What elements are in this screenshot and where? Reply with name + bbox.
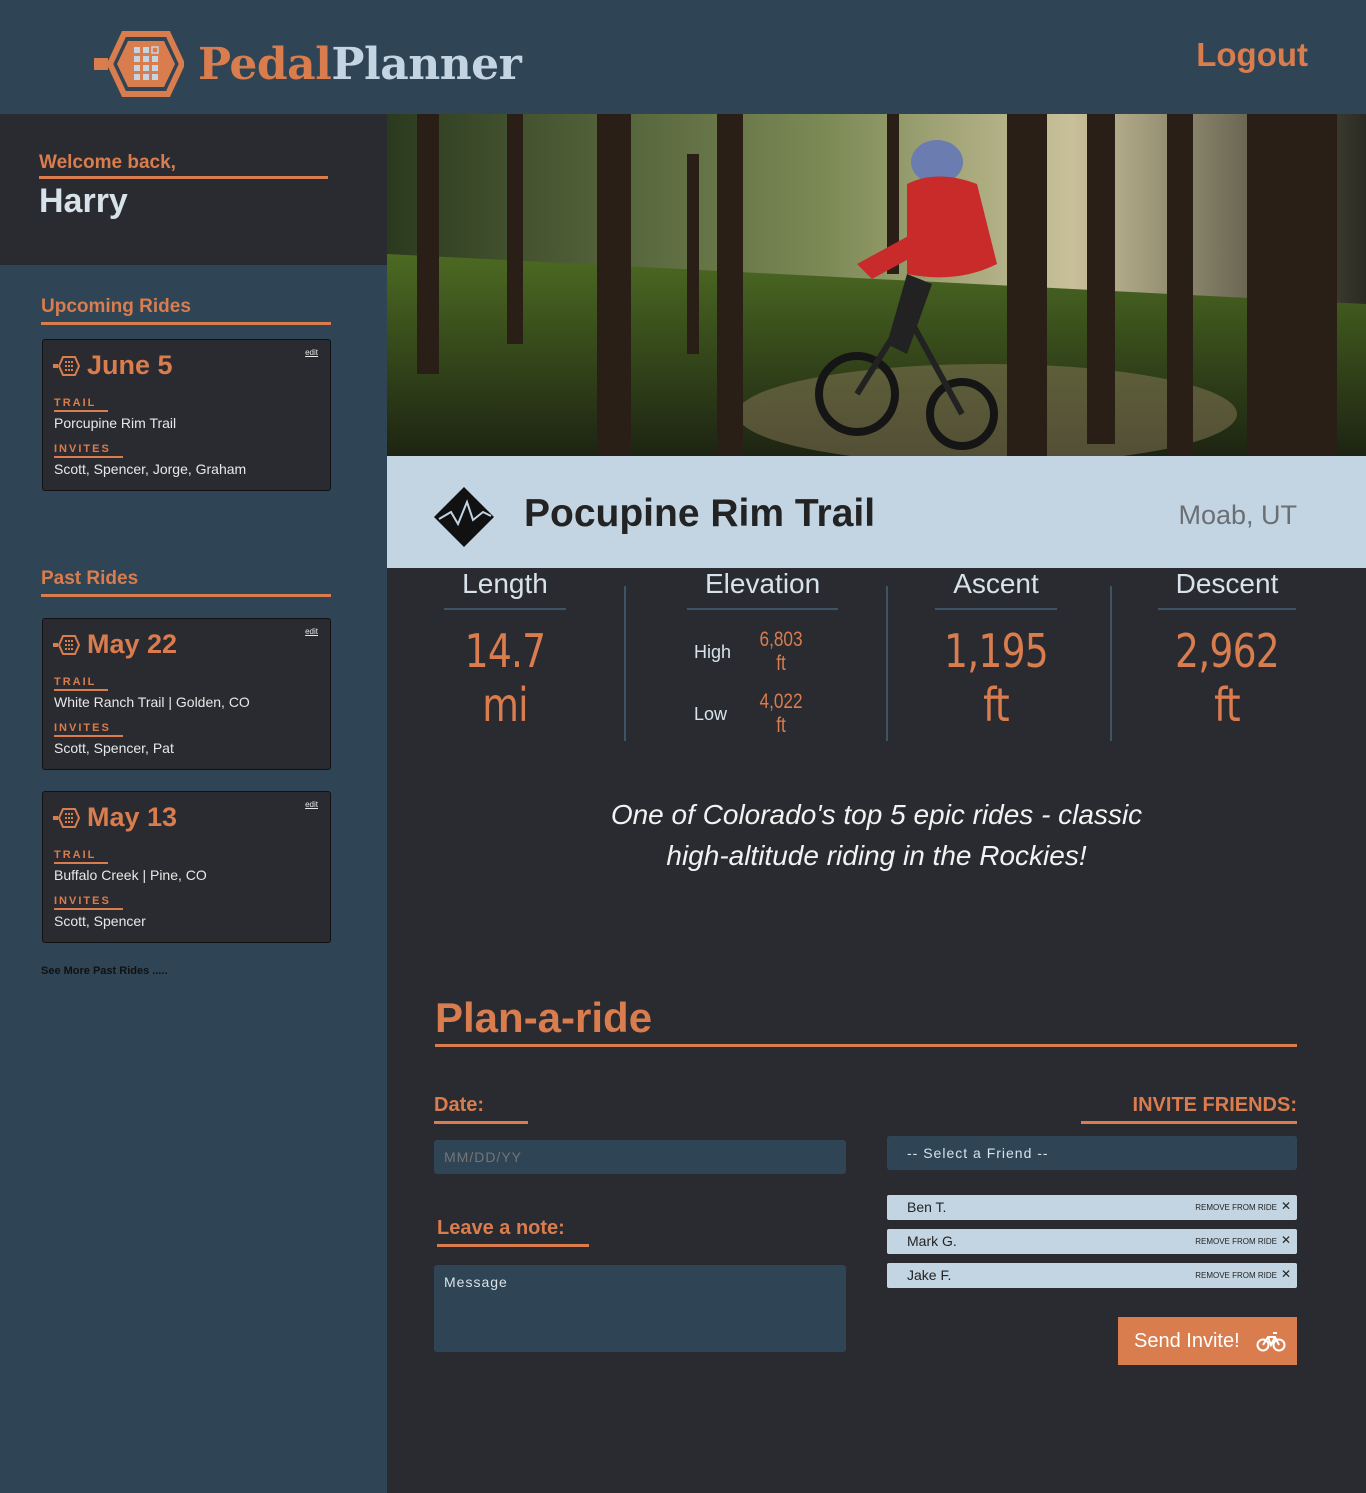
trail-value: White Ranch Trail | Golden, CO (54, 694, 250, 710)
send-invite-label: Send Invite! (1134, 1329, 1240, 1352)
date-label: Date: (434, 1094, 528, 1124)
user-name: Harry (39, 182, 128, 220)
trail-label: TRAIL (54, 848, 109, 864)
bicycle-icon (1256, 1332, 1286, 1352)
close-icon[interactable]: ✕ (1281, 1199, 1291, 1213)
brand-part-pedal: Pedal (198, 38, 332, 90)
stat-length-title: Length (444, 568, 566, 610)
remove-from-ride-button[interactable]: REMOVE FROM RIDE (1195, 1203, 1277, 1212)
see-more-past-rides-link[interactable]: See More Past Rides ..... (41, 965, 168, 977)
welcome-label: Welcome back, (39, 152, 328, 179)
brand-name: PedalPlanner (198, 38, 522, 90)
ride-logo-icon (53, 807, 81, 828)
friend-name: Ben T. (907, 1199, 947, 1215)
elevation-high-value: 6,803 ft (759, 628, 803, 675)
invites-value: Scott, Spencer (54, 913, 146, 929)
welcome-panel: Welcome back, Harry (0, 114, 387, 265)
stat-length-value: 14.7 mi (464, 624, 547, 732)
elevation-low-value: 4,022 ft (759, 690, 803, 737)
ride-logo-icon (53, 634, 81, 655)
invited-friend-row: Ben T. REMOVE FROM RIDE ✕ (887, 1195, 1297, 1220)
elevation-low-label: Low (694, 703, 728, 724)
stat-ascent-value: 1,195 ft (944, 624, 1049, 732)
trail-name: Pocupine Rim Trail (524, 492, 876, 535)
close-icon[interactable]: ✕ (1281, 1267, 1291, 1281)
invited-friend-row: Mark G. REMOVE FROM RIDE ✕ (887, 1229, 1297, 1254)
stat-descent-title: Descent (1157, 568, 1297, 610)
ride-date: June 5 (87, 350, 173, 380)
friend-name: Mark G. (907, 1233, 957, 1249)
past-rides-title: Past Rides (41, 568, 331, 597)
logout-button[interactable]: Logout (1196, 36, 1308, 74)
stat-length: Length 14.7 mi (443, 568, 567, 732)
upcoming-rides-title: Upcoming Rides (41, 296, 331, 325)
invites-value: Scott, Spencer, Pat (54, 740, 174, 756)
invite-friends-label: INVITE FRIENDS: (1081, 1094, 1297, 1124)
mountain-trail-icon (434, 487, 494, 547)
invites-value: Scott, Spencer, Jorge, Graham (54, 461, 247, 477)
edit-ride-link[interactable]: edit (305, 627, 318, 636)
top-header: PedalPlanner Logout (0, 0, 1366, 114)
edit-ride-link[interactable]: edit (305, 348, 318, 357)
logo[interactable]: PedalPlanner (94, 30, 522, 98)
trail-description-line-1: One of Colorado's top 5 epic rides - cla… (610, 799, 1143, 830)
trail-location: Moab, UT (1178, 500, 1297, 530)
trail-description: One of Colorado's top 5 epic rides - cla… (387, 794, 1366, 876)
logo-icon (94, 31, 184, 97)
trail-value: Porcupine Rim Trail (54, 415, 177, 431)
stat-ascent: Ascent 1,195 ft (932, 568, 1060, 732)
trail-label: TRAIL (54, 675, 109, 691)
trail-title-bar: Pocupine Rim Trail Moab, UT (387, 456, 1366, 568)
trail-stats: Length 14.7 mi Elevation High 6,803 ft L… (387, 568, 1366, 758)
stat-divider (886, 586, 888, 741)
select-friend-dropdown[interactable]: -- Select a Friend -- (887, 1136, 1297, 1170)
ride-date: May 22 (87, 629, 178, 659)
remove-from-ride-button[interactable]: REMOVE FROM RIDE (1195, 1237, 1277, 1246)
stat-divider (1110, 586, 1112, 741)
ride-card[interactable]: May 13 edit TRAIL Buffalo Creek | Pine, … (42, 791, 331, 943)
hero-image (387, 114, 1366, 456)
elevation-high-label: High (694, 641, 732, 662)
close-icon[interactable]: ✕ (1281, 1233, 1291, 1247)
elevation-high-row: High 6,803 ft (687, 628, 821, 676)
date-input[interactable] (434, 1140, 846, 1174)
sidebar: Welcome back, Harry Upcoming Rides June … (0, 114, 387, 1493)
stat-ascent-title: Ascent (935, 568, 1057, 610)
trail-description-line-2: high-altitude riding in the Rockies! (666, 840, 1087, 871)
friend-name: Jake F. (907, 1267, 952, 1283)
edit-ride-link[interactable]: edit (305, 800, 318, 809)
brand-part-planner: Planner (331, 38, 522, 90)
message-textarea[interactable]: Message (434, 1265, 846, 1352)
ride-logo-icon (53, 355, 81, 376)
invited-friend-row: Jake F. REMOVE FROM RIDE ✕ (887, 1263, 1297, 1288)
trail-hero-photo (387, 114, 1366, 456)
elevation-low-row: Low 4,022 ft (687, 690, 821, 738)
invites-label: INVITES (54, 442, 123, 458)
remove-from-ride-button[interactable]: REMOVE FROM RIDE (1195, 1271, 1277, 1280)
trail-value: Buffalo Creek | Pine, CO (54, 867, 207, 883)
stat-descent: Descent 2,962 ft (1157, 568, 1297, 732)
send-invite-button[interactable]: Send Invite! (1118, 1317, 1297, 1365)
stat-elevation-title: Elevation (687, 568, 839, 610)
note-label: Leave a note: (437, 1217, 589, 1247)
ride-card[interactable]: June 5 edit TRAIL Porcupine Rim Trail IN… (42, 339, 331, 491)
stat-divider (624, 586, 626, 741)
plan-a-ride-title: Plan-a-ride (435, 994, 1297, 1047)
invites-label: INVITES (54, 721, 123, 737)
stat-descent-value: 2,962 ft (1175, 624, 1280, 732)
trail-label: TRAIL (54, 396, 109, 412)
ride-date: May 13 (87, 802, 178, 832)
ride-card[interactable]: May 22 edit TRAIL White Ranch Trail | Go… (42, 618, 331, 770)
stat-elevation: Elevation High 6,803 ft Low 4,022 ft (687, 568, 839, 738)
invites-label: INVITES (54, 894, 123, 910)
